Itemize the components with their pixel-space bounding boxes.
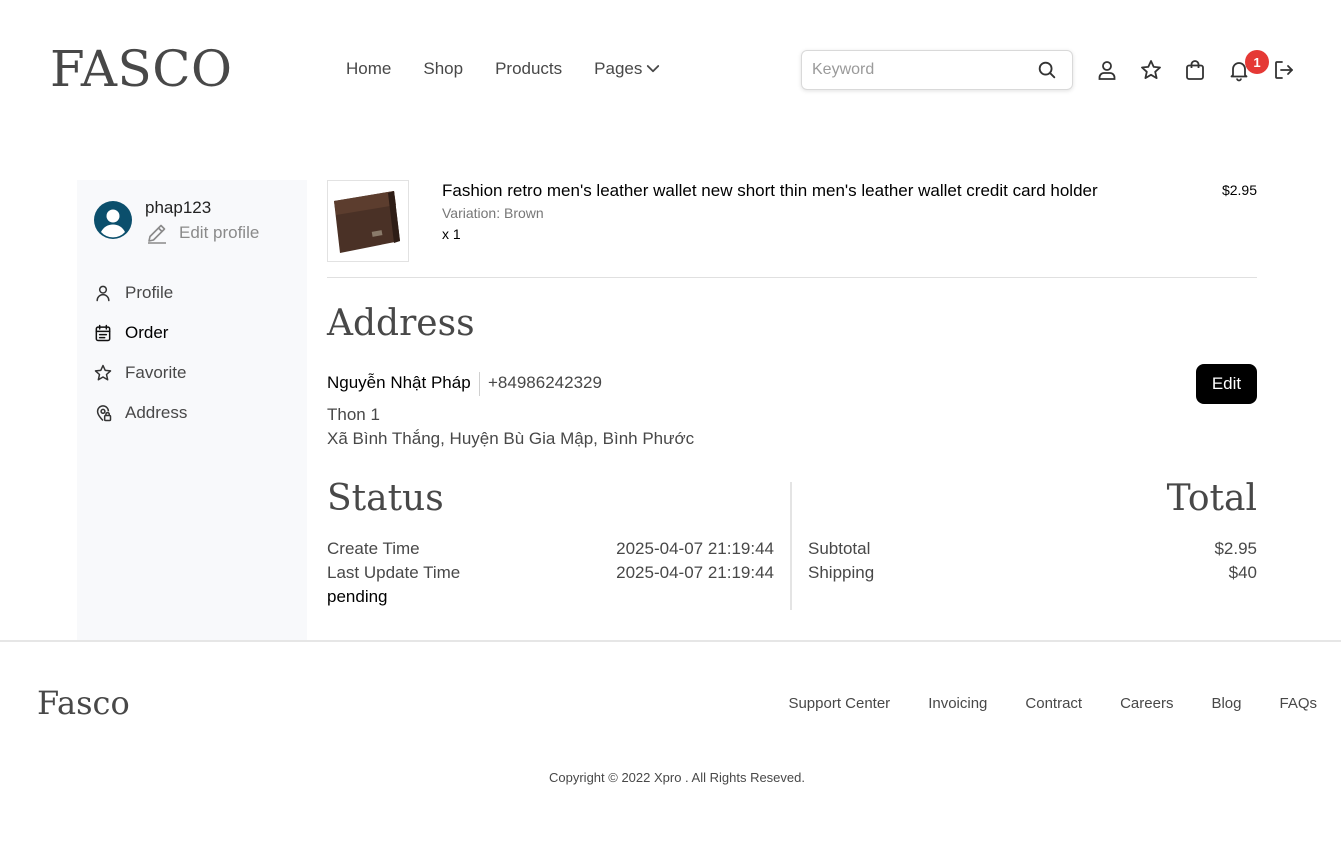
recipient-name: Nguyễn Nhật Pháp [327, 373, 471, 392]
footer-logo[interactable]: Fasco [37, 684, 130, 722]
calendar-icon [95, 324, 111, 342]
logout-icon[interactable] [1272, 58, 1296, 82]
sidebar-item-address[interactable]: Address [93, 402, 187, 424]
product-price: $2.95 [1221, 182, 1257, 198]
sidebar-item-order[interactable]: Order [93, 322, 187, 344]
recipient-phone: +84986242329 [488, 373, 602, 392]
notification-badge: 1 [1245, 50, 1269, 74]
footer-link-support-center[interactable]: Support Center [788, 695, 890, 712]
footer-link-faqs[interactable]: FAQs [1279, 695, 1317, 712]
total-heading: Total [1166, 478, 1257, 519]
sidebar-item-label: Order [125, 323, 169, 342]
shipping-value: $40 [1228, 563, 1257, 582]
sidebar-item-label: Profile [125, 283, 174, 302]
nav-pages-label: Pages [594, 59, 643, 78]
nav-shop[interactable]: Shop [423, 58, 463, 80]
star-icon [94, 364, 112, 381]
wallet-image [328, 181, 408, 261]
username: phap123 [145, 198, 212, 217]
search-icon[interactable] [1036, 59, 1058, 81]
address-line-1: Thon 1 [327, 405, 380, 424]
footer-links: Support Center Invoicing Contract Career… [788, 695, 1317, 712]
product-name[interactable]: Fashion retro men's leather wallet new s… [442, 181, 1098, 201]
divider [327, 277, 1257, 278]
create-time-value: 2025-04-07 21:19:44 [616, 539, 774, 558]
user-icon [96, 285, 110, 302]
logo[interactable]: FASCO [50, 40, 232, 98]
address-heading: Address [327, 303, 475, 344]
footer-link-invoicing[interactable]: Invoicing [928, 695, 987, 712]
update-time-value: 2025-04-07 21:19:44 [616, 563, 774, 582]
avatar [94, 201, 132, 239]
sidebar-menu: Profile Order Favorite Address [93, 282, 187, 424]
sidebar-item-favorite[interactable]: Favorite [93, 362, 187, 384]
edit-profile-label: Edit profile [179, 223, 260, 242]
footer-link-careers[interactable]: Careers [1120, 695, 1173, 712]
footer-link-contract[interactable]: Contract [1025, 695, 1082, 712]
account-sidebar: phap123 Edit profile Profile Order Favor… [77, 180, 307, 640]
pencil-icon [148, 224, 166, 244]
main-nav: Home Shop Products Pages [346, 58, 662, 80]
edit-address-button[interactable]: Edit [1196, 364, 1257, 404]
address-line-2: Xã Bình Thắng, Huyện Bù Gia Mập, Bình Ph… [327, 429, 695, 448]
sidebar-item-profile[interactable]: Profile [93, 282, 187, 304]
product-variation: Variation: Brown [442, 205, 544, 221]
shipping-label: Shipping [808, 563, 875, 582]
footer-divider [0, 640, 1341, 642]
edit-profile-link[interactable]: Edit profile [145, 221, 259, 245]
sidebar-item-label: Favorite [125, 363, 187, 382]
star-icon[interactable] [1139, 58, 1163, 82]
nav-pages[interactable]: Pages [594, 58, 662, 80]
user-icon[interactable] [1095, 58, 1119, 82]
sidebar-item-label: Address [125, 403, 188, 422]
search-box [801, 50, 1073, 90]
footer-link-blog[interactable]: Blog [1211, 695, 1241, 712]
copyright: Copyright © 2022 Xpro . All Rights Resev… [549, 770, 805, 785]
chevron-down-icon [647, 65, 660, 73]
divider [479, 372, 480, 396]
nav-home[interactable]: Home [346, 58, 391, 80]
search-input[interactable] [812, 61, 1032, 79]
header: FASCO Home Shop Products Pages 1 [0, 0, 1341, 140]
nav-products[interactable]: Products [495, 58, 562, 80]
update-time-label: Last Update Time [327, 563, 461, 582]
status-heading: Status [327, 478, 444, 519]
shopping-bag-icon[interactable] [1183, 58, 1207, 82]
map-pin-icon [96, 405, 112, 422]
create-time-label: Create Time [327, 539, 420, 558]
subtotal-label: Subtotal [808, 539, 871, 558]
product-image[interactable] [327, 180, 409, 262]
divider [790, 482, 792, 610]
order-status: pending [327, 587, 388, 606]
subtotal-value: $2.95 [1214, 539, 1257, 558]
product-quantity: x 1 [442, 226, 461, 242]
